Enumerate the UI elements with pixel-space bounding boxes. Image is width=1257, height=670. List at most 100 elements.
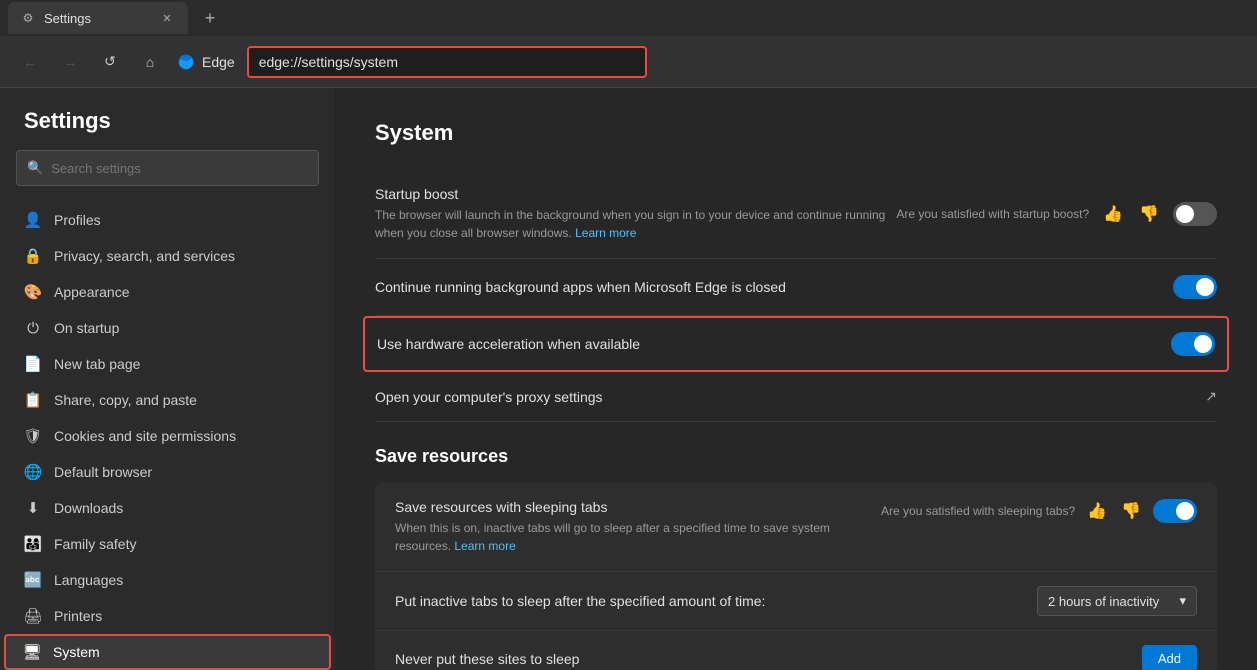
proxy-right: ↗ (1205, 388, 1217, 405)
main-layout: Settings 🔍 👤 Profiles 🔒 Privacy, search,… (0, 88, 1257, 670)
address-input[interactable] (259, 54, 635, 70)
hardware-accel-label: Use hardware acceleration when available (377, 336, 1171, 352)
home-button[interactable]: ⌂ (136, 48, 164, 76)
sidebar-item-downloads[interactable]: ⬇ Downloads (0, 490, 335, 526)
sidebar-item-languages[interactable]: 🔤 Languages (0, 562, 335, 598)
startup-boost-right: Are you satisfied with startup boost? 👍 … (896, 202, 1217, 226)
sleeping-tabs-feedback-text: Are you satisfied with sleeping tabs? (881, 504, 1075, 518)
profiles-icon: 👤 (24, 211, 42, 229)
startup-thumbup-button[interactable]: 👍 (1101, 202, 1125, 226)
proxy-label: Open your computer's proxy settings (375, 389, 1205, 405)
proxy-row: Open your computer's proxy settings ↗ (375, 372, 1217, 422)
sleeping-tabs-desc: When this is on, inactive tabs will go t… (395, 519, 881, 555)
edge-label: Edge (202, 54, 235, 70)
external-link-icon[interactable]: ↗ (1205, 388, 1217, 405)
sidebar-item-label: New tab page (54, 356, 140, 372)
background-apps-toggle[interactable] (1173, 275, 1217, 299)
inactive-sleep-label: Put inactive tabs to sleep after the spe… (395, 593, 765, 609)
hardware-accel-left: Use hardware acceleration when available (377, 336, 1171, 352)
sleeping-tabs-toggle[interactable] (1153, 499, 1197, 523)
address-input-wrap[interactable] (247, 46, 647, 78)
title-bar: ⚙ Settings ✕ + (0, 0, 1257, 36)
hardware-accel-row: Use hardware acceleration when available (363, 316, 1229, 372)
sidebar-item-default-browser[interactable]: 🌐 Default browser (0, 454, 335, 490)
cookies-icon: 🛡 (24, 427, 42, 445)
sleeping-tabs-left: Save resources with sleeping tabs When t… (395, 499, 881, 555)
active-tab[interactable]: ⚙ Settings ✕ (8, 2, 188, 34)
sleeping-tabs-thumbdown-button[interactable]: 👎 (1119, 499, 1143, 523)
sleeping-tabs-learn-more[interactable]: Learn more (454, 539, 515, 553)
sleeping-tabs-header: Save resources with sleeping tabs When t… (375, 483, 1217, 572)
startup-boost-learn-more[interactable]: Learn more (575, 226, 636, 240)
never-sleep-label: Never put these sites to sleep (395, 651, 579, 667)
content-area: System Startup boost The browser will la… (335, 88, 1257, 670)
background-apps-right (1173, 275, 1217, 299)
tab-close-button[interactable]: ✕ (158, 9, 176, 27)
startup-icon: ⏻ (24, 319, 42, 337)
add-site-button[interactable]: Add (1142, 645, 1197, 670)
sleeping-tabs-label: Save resources with sleeping tabs (395, 499, 881, 515)
sidebar-item-family-safety[interactable]: 👨‍👩‍👧 Family safety (0, 526, 335, 562)
privacy-icon: 🔒 (24, 247, 42, 265)
sidebar-item-privacy[interactable]: 🔒 Privacy, search, and services (0, 238, 335, 274)
edge-icon (176, 52, 196, 72)
sidebar-item-appearance[interactable]: 🎨 Appearance (0, 274, 335, 310)
sidebar-item-system[interactable]: 🖥 System (4, 634, 331, 670)
search-box[interactable]: 🔍 (16, 150, 319, 186)
startup-boost-toggle[interactable] (1173, 202, 1217, 226)
startup-thumbdown-button[interactable]: 👎 (1137, 202, 1161, 226)
startup-boost-label: Startup boost (375, 186, 896, 202)
startup-boost-desc: The browser will launch in the backgroun… (375, 206, 896, 242)
sidebar-item-label: Cookies and site permissions (54, 428, 236, 444)
sidebar-item-label: Share, copy, and paste (54, 392, 197, 408)
sidebar-item-new-tab[interactable]: 📄 New tab page (0, 346, 335, 382)
downloads-icon: ⬇ (24, 499, 42, 517)
startup-boost-left: Startup boost The browser will launch in… (375, 186, 896, 242)
refresh-button[interactable]: ↺ (96, 48, 124, 76)
appearance-icon: 🎨 (24, 283, 42, 301)
languages-icon: 🔤 (24, 571, 42, 589)
sleeping-tabs-thumbup-button[interactable]: 👍 (1085, 499, 1109, 523)
sidebar-item-share-copy[interactable]: 📋 Share, copy, and paste (0, 382, 335, 418)
sidebar-item-label: Printers (54, 608, 102, 624)
sidebar-item-on-startup[interactable]: ⏻ On startup (0, 310, 335, 346)
startup-boost-row: Startup boost The browser will launch in… (375, 170, 1217, 259)
background-apps-label: Continue running background apps when Mi… (375, 279, 1173, 295)
sleeping-tabs-right: Are you satisfied with sleeping tabs? 👍 … (881, 499, 1197, 523)
sidebar: Settings 🔍 👤 Profiles 🔒 Privacy, search,… (0, 88, 335, 670)
hardware-accel-toggle[interactable] (1171, 332, 1215, 356)
forward-button[interactable]: → (56, 48, 84, 76)
page-title: System (375, 120, 1217, 146)
sidebar-item-label: System (53, 644, 100, 660)
background-apps-left: Continue running background apps when Mi… (375, 279, 1173, 295)
tab-title: Settings (44, 11, 91, 26)
sidebar-item-label: On startup (54, 320, 119, 336)
sidebar-item-label: Family safety (54, 536, 136, 552)
sidebar-item-label: Default browser (54, 464, 152, 480)
sidebar-item-profiles[interactable]: 👤 Profiles (0, 202, 335, 238)
proxy-left: Open your computer's proxy settings (375, 389, 1205, 405)
chevron-down-icon: ▾ (1179, 593, 1186, 609)
sidebar-item-printers[interactable]: 🖨 Printers (0, 598, 335, 634)
inactive-sleep-row: Put inactive tabs to sleep after the spe… (375, 572, 1217, 631)
sidebar-item-cookies[interactable]: 🛡 Cookies and site permissions (0, 418, 335, 454)
never-sleep-row: Never put these sites to sleep Add (375, 631, 1217, 670)
new-tab-icon: 📄 (24, 355, 42, 373)
background-apps-row: Continue running background apps when Mi… (375, 259, 1217, 316)
search-input[interactable] (51, 161, 308, 176)
new-tab-button[interactable]: + (196, 4, 224, 32)
share-icon: 📋 (24, 391, 42, 409)
hardware-accel-right (1171, 332, 1215, 356)
system-icon: 🖥 (23, 643, 41, 661)
default-browser-icon: 🌐 (24, 463, 42, 481)
sidebar-title: Settings (0, 108, 335, 150)
sidebar-item-label: Profiles (54, 212, 101, 228)
address-bar: ← → ↺ ⌂ Edge (0, 36, 1257, 88)
sidebar-item-label: Languages (54, 572, 123, 588)
sidebar-item-label: Privacy, search, and services (54, 248, 235, 264)
printers-icon: 🖨 (24, 607, 42, 625)
back-button[interactable]: ← (16, 48, 44, 76)
family-safety-icon: 👨‍👩‍👧 (24, 535, 42, 553)
inactive-sleep-dropdown[interactable]: 2 hours of inactivity ▾ (1037, 586, 1197, 616)
resources-card: Save resources with sleeping tabs When t… (375, 483, 1217, 670)
